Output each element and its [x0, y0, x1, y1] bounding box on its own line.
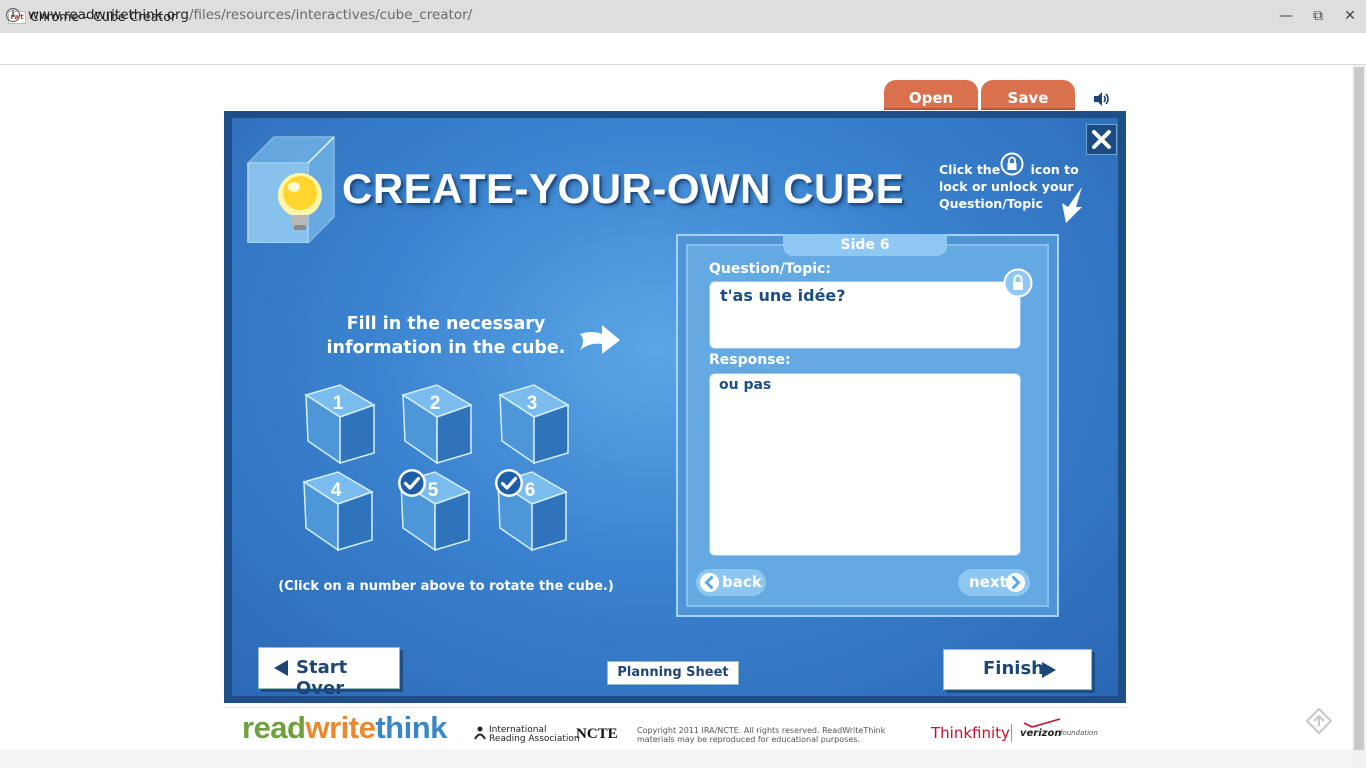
copyright-notice: Copyright 2011 IRA/NCTE. All rights rese… — [637, 726, 887, 744]
chevron-left-icon — [700, 573, 719, 592]
hint-line3: Question/Topic — [939, 196, 1043, 211]
copyright-line2: materials may be reproduced for educatio… — [637, 735, 860, 744]
ira-emblem-icon — [474, 726, 486, 740]
hint-line1-end: icon to — [1030, 162, 1079, 177]
start-over-button[interactable]: Start Over — [258, 647, 400, 699]
logo-think: think — [375, 710, 447, 745]
side-label: Side 6 — [783, 234, 947, 256]
question-input[interactable]: t'as une idée? — [709, 281, 1021, 349]
cube-number: 3 — [526, 393, 538, 414]
lock-icon — [1000, 152, 1024, 176]
readwritethink-logo[interactable]: readwritethink — [242, 710, 447, 746]
lock-toggle-icon[interactable] — [1003, 268, 1033, 298]
site-info-icon[interactable]: i — [6, 8, 20, 22]
right-arrow-icon — [580, 325, 620, 354]
footer-logo-divider — [1011, 724, 1012, 742]
hint-line2: lock or unlock your — [939, 179, 1074, 194]
chevron-right-icon — [1006, 573, 1025, 592]
cube-number: 1 — [332, 393, 344, 414]
start-over-label: Start Over — [296, 657, 348, 699]
question-label: Question/Topic: — [709, 261, 831, 277]
finish-label: Finish — [983, 658, 1044, 679]
thinkfinity-logo[interactable]: Thinkfinity — [931, 724, 1010, 742]
next-label: next — [969, 573, 1007, 591]
response-input[interactable]: ou pas — [709, 373, 1021, 556]
url-path: /files/resources/interactives/cube_creat… — [188, 7, 473, 23]
down-arrow-icon — [1062, 187, 1082, 223]
minimize-button[interactable]: — — [1272, 4, 1300, 29]
verizon-suffix: foundation — [1060, 729, 1098, 737]
close-window-button[interactable]: ✕ — [1336, 4, 1364, 29]
fill-instruction: Fill in the necessary information in the… — [316, 312, 576, 360]
close-app-button[interactable] — [1086, 124, 1117, 155]
page-scrollbar-thumb[interactable] — [1354, 67, 1364, 750]
back-button[interactable]: back — [696, 569, 766, 596]
cube-number: 2 — [429, 393, 441, 414]
verizon-word: verizon — [1020, 728, 1062, 739]
url-text[interactable]: www.readwritethink.org/files/resources/i… — [28, 0, 472, 31]
footer-divider — [224, 707, 1126, 708]
cube-6-button[interactable]: 6 — [494, 468, 574, 552]
logo-write: write — [305, 710, 376, 745]
verizon-check-icon — [1023, 718, 1061, 728]
response-label: Response: — [709, 352, 791, 368]
fill-line2: information in the cube. — [326, 338, 566, 358]
download-badge-icon[interactable] — [1306, 708, 1332, 734]
lightbulb-cube-icon — [247, 136, 335, 243]
back-label: back — [722, 573, 762, 591]
cube-1-button[interactable]: 1 — [302, 381, 382, 465]
cube-4-button[interactable]: 4 — [300, 468, 380, 552]
checkmark-icon — [398, 469, 426, 497]
ncte-logo[interactable]: NCTE — [576, 726, 618, 743]
copyright-line1: Copyright 2011 IRA/NCTE. All rights rese… — [637, 726, 886, 735]
close-icon — [1092, 130, 1111, 149]
hint-line1-start: Click the — [939, 162, 1001, 177]
triangle-left-icon — [274, 660, 288, 676]
open-button[interactable]: Open — [884, 80, 978, 110]
cube-5-button[interactable]: 5 — [397, 468, 477, 552]
page-bottom-strip — [0, 750, 1352, 768]
cube-2-button[interactable]: 2 — [399, 381, 479, 465]
restore-button[interactable]: ⧉ — [1304, 4, 1332, 29]
ira-logo[interactable]: International Reading Association — [489, 726, 580, 744]
checkmark-icon — [495, 469, 523, 497]
next-button[interactable]: next — [958, 569, 1030, 596]
save-button[interactable]: Save — [981, 80, 1075, 110]
url-domain: www.readwritethink.org — [28, 7, 189, 23]
triangle-right-icon — [1042, 662, 1056, 678]
address-bar[interactable] — [0, 33, 1366, 65]
speaker-icon[interactable] — [1092, 90, 1110, 108]
rotate-instruction: (Click on a number above to rotate the c… — [278, 579, 614, 594]
ira-line2: Reading Association — [489, 734, 580, 744]
cube-3-button[interactable]: 3 — [496, 381, 576, 465]
cube-number: 4 — [330, 480, 342, 501]
planning-sheet-button[interactable]: Planning Sheet — [607, 661, 739, 685]
logo-read: read — [242, 710, 306, 745]
finish-button[interactable]: Finish — [943, 649, 1092, 690]
app-title: CREATE-YOUR-OWN CUBE — [342, 165, 905, 212]
fill-line1: Fill in the necessary — [346, 314, 546, 334]
